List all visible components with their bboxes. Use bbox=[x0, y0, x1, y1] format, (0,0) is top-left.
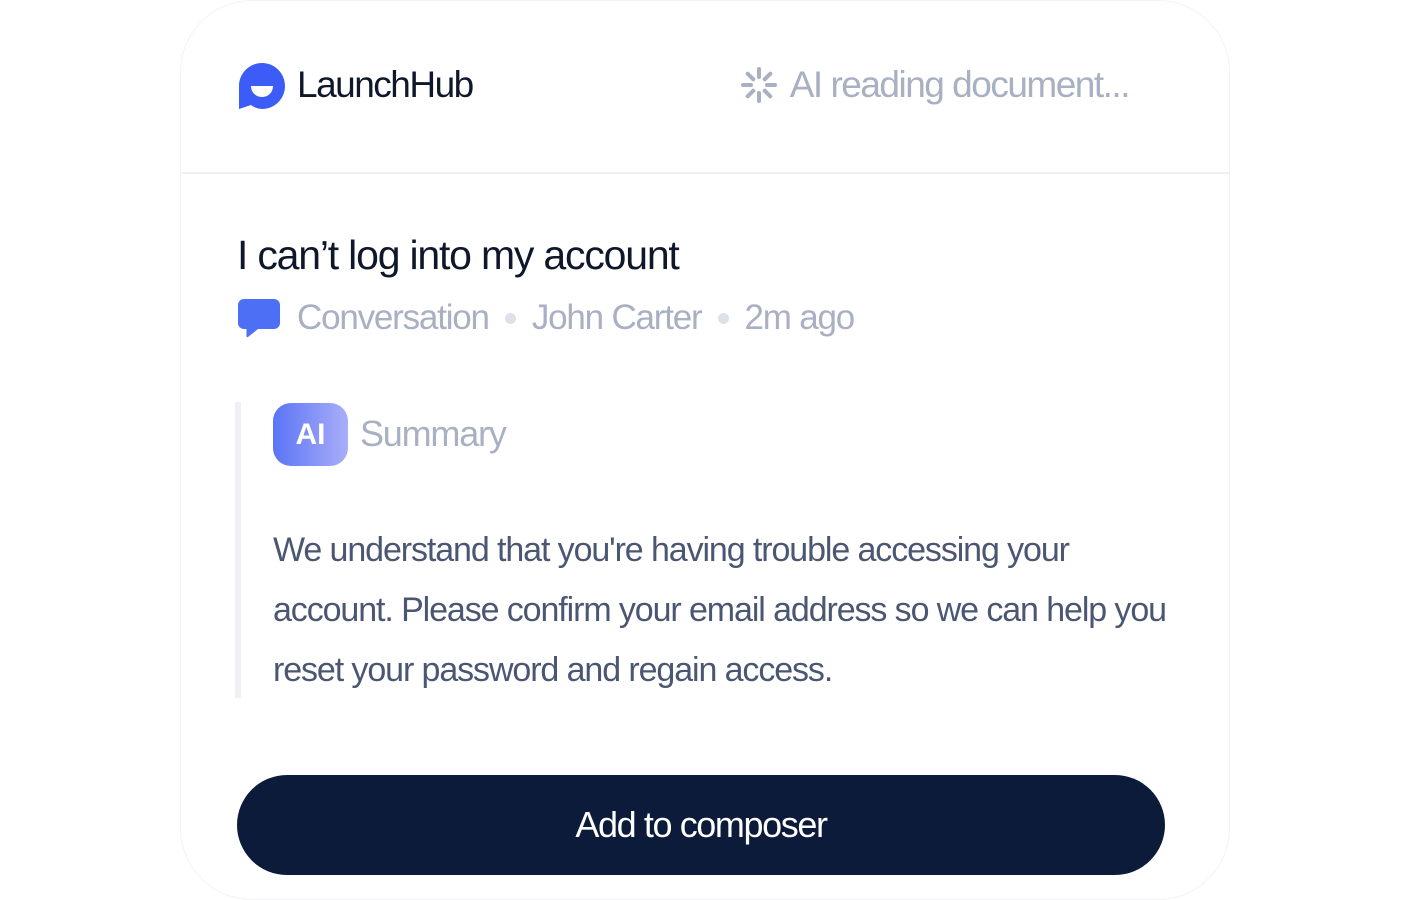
ai-status-text: AI reading document... bbox=[789, 64, 1131, 105]
conversation-title: I can’t log into my account bbox=[237, 232, 680, 278]
loading-spinner-icon bbox=[740, 67, 777, 103]
ai-badge: AI bbox=[273, 403, 348, 466]
conversation-time: 2m ago bbox=[744, 298, 856, 337]
chat-bubble-icon bbox=[238, 299, 280, 338]
summary-text: We understand that you're having trouble… bbox=[273, 531, 1167, 689]
conversation-type: Conversation bbox=[297, 298, 490, 337]
conversation-author: John Carter bbox=[531, 298, 703, 337]
brand-name: LaunchHub bbox=[297, 64, 474, 105]
card-header: LaunchHub AI reading document... bbox=[181, 1, 1229, 174]
separator-dot bbox=[717, 312, 729, 324]
ai-status: AI reading document... bbox=[740, 63, 1131, 107]
summary-label: Summary bbox=[360, 413, 507, 454]
ai-summary-block: AI Summary We understand that you're hav… bbox=[235, 402, 1181, 698]
summary-card: LaunchHub AI reading document... I can’t… bbox=[180, 0, 1230, 900]
launchhub-logo-icon bbox=[239, 63, 285, 109]
separator-dot bbox=[504, 312, 516, 324]
add-to-composer-button[interactable]: Add to composer bbox=[237, 775, 1165, 875]
conversation-meta: Conversation John Carter 2m ago bbox=[237, 295, 856, 341]
